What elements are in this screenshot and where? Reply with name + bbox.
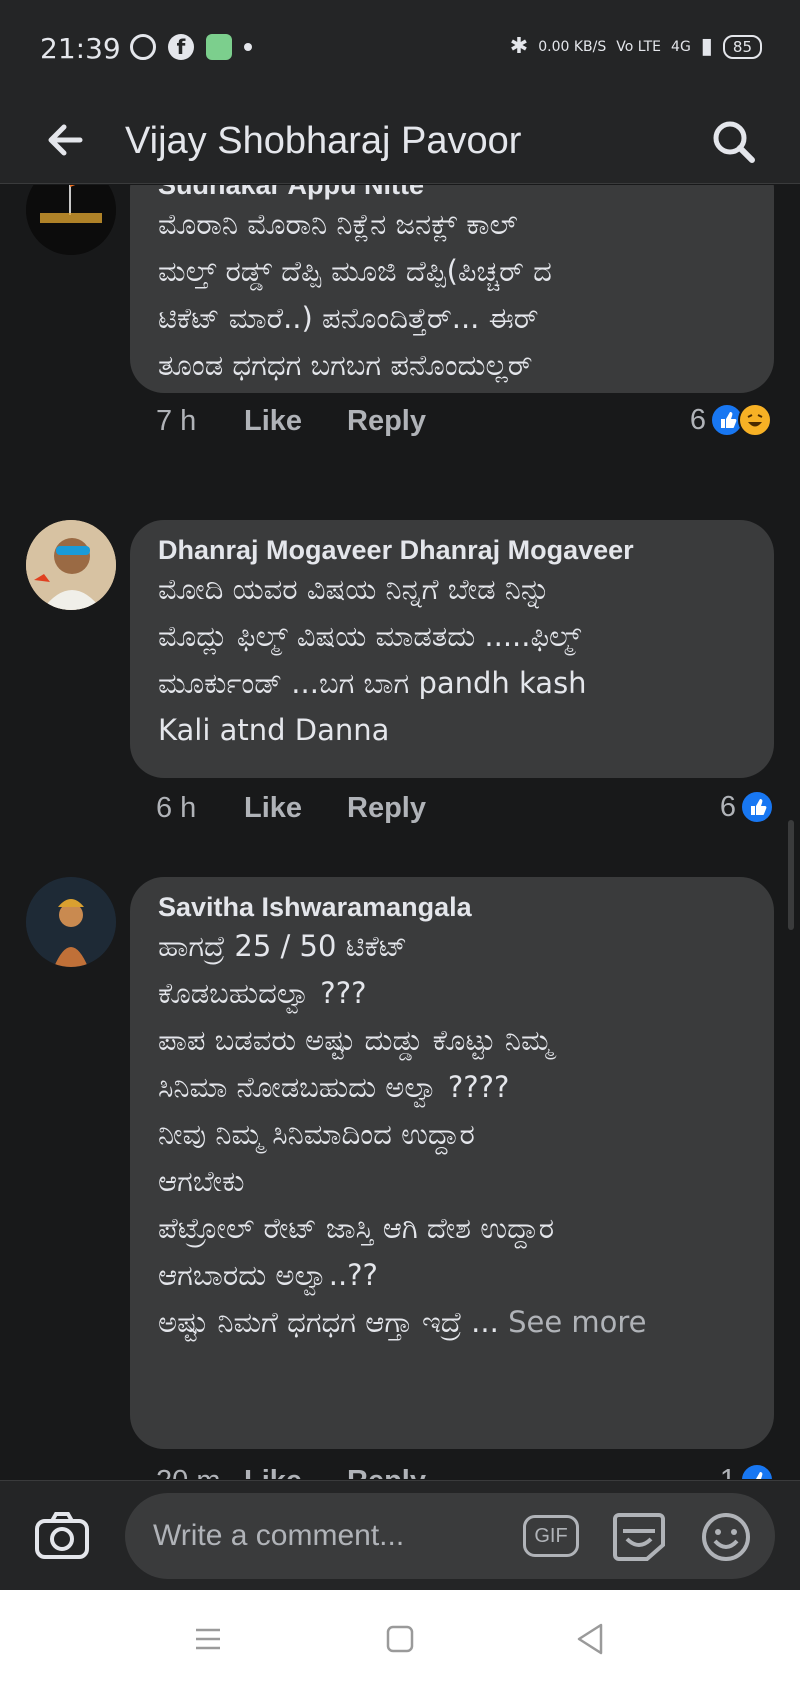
arrow-left-icon[interactable] — [40, 114, 92, 166]
see-more-link[interactable]: See more — [508, 1305, 646, 1339]
sticker-icon[interactable] — [611, 1509, 667, 1563]
comment-actions: 20 m Like Reply — [156, 1465, 426, 1479]
like-button[interactable]: Like — [244, 1465, 347, 1479]
comment-input[interactable] — [125, 1493, 775, 1579]
signal-bars-icon: ▮ — [700, 34, 713, 59]
comment-text: ಮೋದಿ ಯವರ ವಿಷಯ ನಿನ್ನಗೆ ಬೇಡ ನಿನ್ನು ಮೊದ್ಲು … — [158, 572, 587, 747]
reaction-summary[interactable]: 1 — [720, 1463, 774, 1479]
comment-time: 20 m — [156, 1465, 244, 1479]
comment-author[interactable]: Savitha Ishwaramangala — [158, 891, 746, 923]
page-title: Vijay Shobharaj Pavoor — [125, 120, 522, 162]
like-button[interactable]: Like — [244, 405, 347, 438]
reaction-summary[interactable]: 6 — [720, 790, 774, 824]
comment-composer: GIF — [0, 1480, 800, 1590]
comment-text-body: ಹಾಗದ್ರೆ 25 / 50 ಟಿಕೆಟ್ ಕೊಡಬಹುದಲ್ವಾ ??? ಪ… — [158, 929, 555, 1339]
app-header: Vijay Shobharaj Pavoor — [0, 100, 800, 184]
reply-button[interactable]: Reply — [347, 1465, 426, 1479]
back-triangle-icon[interactable] — [575, 1622, 605, 1656]
more-notifications-icon — [244, 43, 252, 51]
comment-author[interactable]: Dhanraj Mogaveer Dhanraj Mogaveer — [158, 534, 746, 566]
avatar-image — [26, 520, 116, 610]
comment-actions: 7 h Like Reply — [156, 405, 426, 438]
scrollbar[interactable] — [788, 820, 794, 930]
reply-button[interactable]: Reply — [347, 792, 426, 825]
comment-time: 6 h — [156, 792, 197, 824]
notification-icons: f — [130, 34, 252, 60]
recent-apps-icon[interactable] — [193, 1624, 223, 1654]
network-speed: 0.00 KB/S — [538, 38, 607, 55]
search-icon[interactable] — [706, 114, 762, 170]
avatar[interactable] — [26, 877, 116, 967]
whatsapp-icon — [130, 34, 156, 60]
facebook-icon: f — [168, 34, 194, 60]
system-icons: ✱ 0.00 KB/S Vo LTE 4G ▮ 85 — [510, 34, 762, 59]
avatar-image — [26, 185, 116, 255]
system-nav-bar — [0, 1590, 800, 1689]
home-icon[interactable] — [385, 1624, 415, 1654]
avatar-image — [26, 877, 116, 967]
like-button[interactable]: Like — [244, 792, 347, 825]
comment-time: 7 h — [156, 405, 197, 437]
reaction-summary[interactable]: 6 — [690, 403, 772, 437]
avatar[interactable] — [26, 520, 116, 610]
status-bar: 21:39 f ✱ 0.00 KB/S Vo LTE 4G ▮ 85 — [0, 0, 800, 100]
comment-actions: 6 h Like Reply — [156, 792, 426, 825]
battery-indicator: 85 — [722, 34, 762, 59]
reaction-count: 1 — [720, 1464, 736, 1480]
emoji-icon[interactable] — [700, 1511, 752, 1563]
app-notification-icon — [206, 34, 232, 60]
reply-button[interactable]: Reply — [347, 405, 426, 438]
camera-icon[interactable] — [34, 1511, 90, 1561]
status-time: 21:39 — [40, 32, 121, 65]
comment-text: ಮೊರಾನಿ ಮೊರಾನಿ ನಿಕ್ಲೆನ ಜನಕ್ಲ್ ಕಾಲ್ ಮಲ್ತ್ … — [158, 207, 552, 382]
comments-feed[interactable]: Sudhakar Appu Nitte ಮೊರಾನಿ ಮೊರಾನಿ ನಿಕ್ಲೆ… — [0, 185, 800, 1479]
bluetooth-icon: ✱ — [509, 34, 529, 59]
volte-indicator: Vo LTE — [616, 38, 662, 55]
comment-bubble[interactable]: Savitha Ishwaramangala ಹಾಗದ್ರೆ 25 / 50 ಟ… — [130, 877, 774, 1449]
haha-reaction-icon — [738, 403, 772, 437]
signal-indicator: 4G — [671, 38, 691, 55]
comment-bubble[interactable]: Dhanraj Mogaveer Dhanraj Mogaveer ಮೋದಿ ಯ… — [130, 520, 774, 778]
gif-icon[interactable]: GIF — [523, 1515, 579, 1557]
comment-author[interactable]: Sudhakar Appu Nitte — [158, 185, 746, 201]
comment-bubble[interactable]: Sudhakar Appu Nitte ಮೊರಾನಿ ಮೊರಾನಿ ನಿಕ್ಲೆ… — [130, 185, 774, 393]
comment-text: ಹಾಗದ್ರೆ 25 / 50 ಟಿಕೆಟ್ ಕೊಡಬಹುದಲ್ವಾ ??? ಪ… — [158, 923, 746, 1346]
reaction-count: 6 — [719, 790, 736, 823]
like-reaction-icon — [740, 790, 774, 824]
like-reaction-icon — [740, 1463, 774, 1479]
avatar[interactable] — [26, 185, 116, 255]
reaction-count: 6 — [689, 403, 706, 436]
